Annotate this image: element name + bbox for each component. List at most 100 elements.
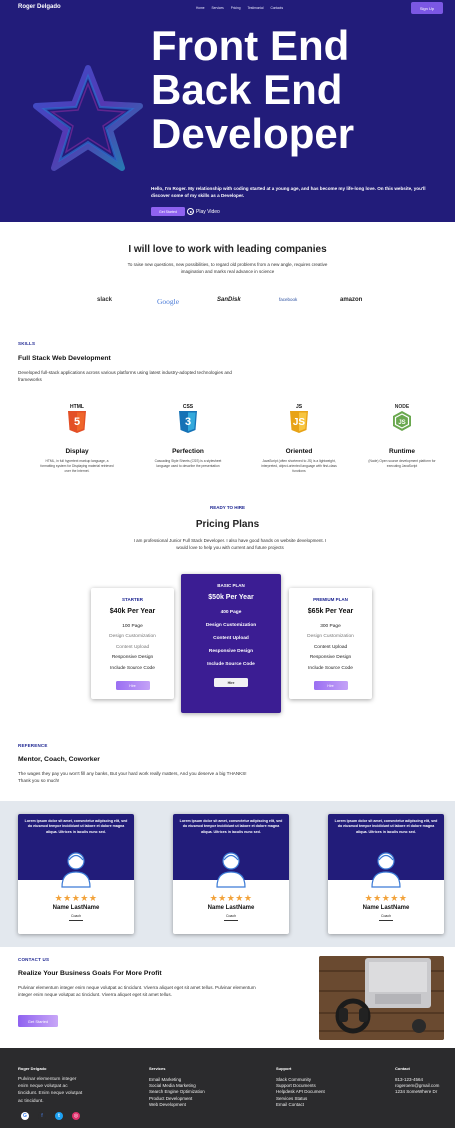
plan-feature: 100 Page [122, 624, 143, 629]
divider [379, 920, 393, 921]
rating-stars: ★★★★★ [54, 893, 98, 903]
skill-description: (Node) Open source development platform … [368, 459, 436, 468]
footer-brand: Roger Delgado [18, 1066, 47, 1071]
nav-link-testimonial[interactable]: Testimonial [248, 6, 264, 10]
plan-features: 100 Page Design Customization Content Up… [91, 622, 174, 674]
laptop-photo [319, 956, 444, 1040]
skill-card-js: JS JS Oriented JavaScript (often shorten… [260, 402, 338, 474]
svg-text:5: 5 [74, 416, 80, 428]
plan-feature: Content Upload [115, 644, 150, 650]
footer-column-title: Support [276, 1066, 292, 1071]
plan-name: PREMIUM PLAN [313, 597, 348, 602]
footer-column-title: Services [149, 1066, 166, 1071]
companies-title: I will love to work with leading compani… [128, 244, 327, 255]
plan-feature: Include Source Code [110, 665, 155, 671]
nav-links: Home Services Pricing Testimonial Contac… [196, 6, 283, 10]
nav-link-pricing[interactable]: Pricing [231, 6, 241, 10]
facebook-icon[interactable]: f [38, 1112, 46, 1120]
pricing-title: Pricing Plans [195, 519, 260, 530]
reference-role: Coach [225, 914, 237, 918]
footer-contact-column: Contact 813-123-4564 rogeroem@gmail.com … [395, 1066, 439, 1096]
plan-price: $40k Per Year [109, 608, 156, 615]
reference-role: Coach [70, 914, 82, 918]
reference-quote: Lorem ipsum dolor sit amet, consectetur … [179, 819, 283, 834]
pricing-description: I am professional Junior Full Stack Deve… [133, 538, 327, 550]
company-logos: slack Google SanDisk facebook amazon [0, 297, 455, 309]
hero-title-line: Back End [151, 66, 343, 113]
hero-title-line: Front End [151, 22, 350, 69]
play-icon [187, 208, 194, 215]
plan-feature: Responsive Design [111, 655, 154, 661]
nav-link-home[interactable]: Home [196, 6, 205, 10]
hire-button[interactable]: Hire [214, 678, 248, 687]
footer-link[interactable]: Email Contact [276, 1102, 325, 1108]
plan-price: $50k Per Year [208, 594, 254, 601]
skill-card-node: NODE JS Runtime (Node) Open source devel… [363, 402, 441, 469]
hero-title: Front End Back End Developer [151, 24, 354, 156]
footer-support-column: Support Slack Community Support Document… [276, 1066, 325, 1108]
plan-card-basic: BASIC PLAN $50k Per Year 400 Page Design… [181, 574, 281, 713]
plan-feature: Include Source Code [308, 665, 353, 671]
plan-feature: 400 Page [220, 610, 242, 615]
hire-button[interactable]: Hire [313, 681, 348, 691]
footer-link[interactable]: Search Engine Optimization [149, 1089, 205, 1095]
divider [224, 920, 238, 921]
hero-description: Hello, I'm Roger. My relationship with c… [151, 186, 426, 198]
skill-name: Display [65, 448, 89, 455]
skills-eyebrow: SKILLS [18, 341, 36, 346]
instagram-icon[interactable]: ◎ [72, 1112, 80, 1120]
footer-services-column: Services Email Marketing Social Media Ma… [149, 1066, 205, 1108]
skill-name: Perfection [172, 448, 204, 455]
reference-title: Mentor, Coach, Coworker [18, 756, 100, 763]
facebook-logo: facebook [279, 297, 298, 302]
js-icon: JS JS [290, 404, 308, 433]
reference-eyebrow: REFERENCE [18, 743, 48, 748]
signup-button[interactable]: Sign Up [411, 2, 443, 14]
play-video-button[interactable]: Play Video [187, 207, 220, 216]
skill-name: Oriented [285, 448, 313, 455]
skill-description: HTML, in full hypertext markup language,… [40, 459, 114, 473]
reference-name: Name LastName [52, 905, 100, 911]
divider [69, 920, 83, 921]
pricing-eyebrow: READY TO HIRE [209, 505, 246, 510]
plan-features: 400 Page Design Customization Content Up… [181, 606, 281, 671]
reference-card: Lorem ipsum dolor sit amet, consectetur … [328, 814, 444, 934]
plan-feature: Design Customization [109, 634, 156, 640]
skills-description: Developed full-stack applications across… [18, 370, 232, 382]
amazon-logo: amazon [340, 297, 363, 303]
skill-description: JavaScript (often shortened to JS) is a … [261, 459, 337, 473]
css3-icon: CSS 3 [179, 404, 197, 433]
footer-link[interactable]: Helpdesk API Document [276, 1089, 325, 1095]
plan-feature: Include Source Code [207, 662, 255, 667]
plan-feature: 300 Page [320, 624, 341, 629]
plan-name: BASIC PLAN [217, 583, 245, 588]
nav-link-services[interactable]: Services [212, 6, 224, 10]
companies-description: To raise new questions, new possibilitie… [127, 262, 328, 274]
contact-get-started-button[interactable]: Get Started [18, 1015, 58, 1027]
play-video-label: Play Video [196, 208, 220, 215]
avatar-icon [61, 852, 91, 888]
slack-logo: slack [97, 297, 113, 303]
footer-description: Pulvinar elementum integer enim neque vo… [18, 1077, 83, 1104]
nav-link-contacts[interactable]: Contacts [270, 6, 283, 10]
twitter-icon[interactable]: t [55, 1112, 63, 1120]
reference-name: Name LastName [362, 905, 410, 911]
google-icon[interactable]: G [21, 1112, 29, 1120]
get-started-button[interactable]: Get Started [151, 207, 185, 216]
plan-feature: Design Customization [307, 634, 354, 640]
plan-card-starter: STARTER $40k Per Year 100 Page Design Cu… [91, 588, 174, 699]
svg-text:3: 3 [185, 416, 191, 428]
hero-title-line: Developer [151, 110, 355, 157]
footer-link[interactable]: Web Development [149, 1102, 205, 1108]
skill-badge: CSS [183, 404, 194, 410]
plan-features: 300 Page Design Customization Content Up… [289, 622, 372, 674]
skill-card-html: HTML 5 Display HTML, in full hypertext m… [38, 402, 116, 474]
reference-card: Lorem ipsum dolor sit amet, consectetur … [173, 814, 289, 934]
rating-stars: ★★★★★ [364, 893, 408, 903]
brand-name[interactable]: Roger Delgado [18, 4, 61, 10]
plan-feature: Content Upload [313, 644, 348, 650]
hire-button[interactable]: Hire [115, 681, 150, 691]
contact-title: Realize Your Business Goals For More Pro… [18, 970, 162, 977]
plan-card-premium: PREMIUM PLAN $65k Per Year 300 Page Desi… [289, 588, 372, 699]
footer-column-title: Contact [395, 1066, 410, 1071]
